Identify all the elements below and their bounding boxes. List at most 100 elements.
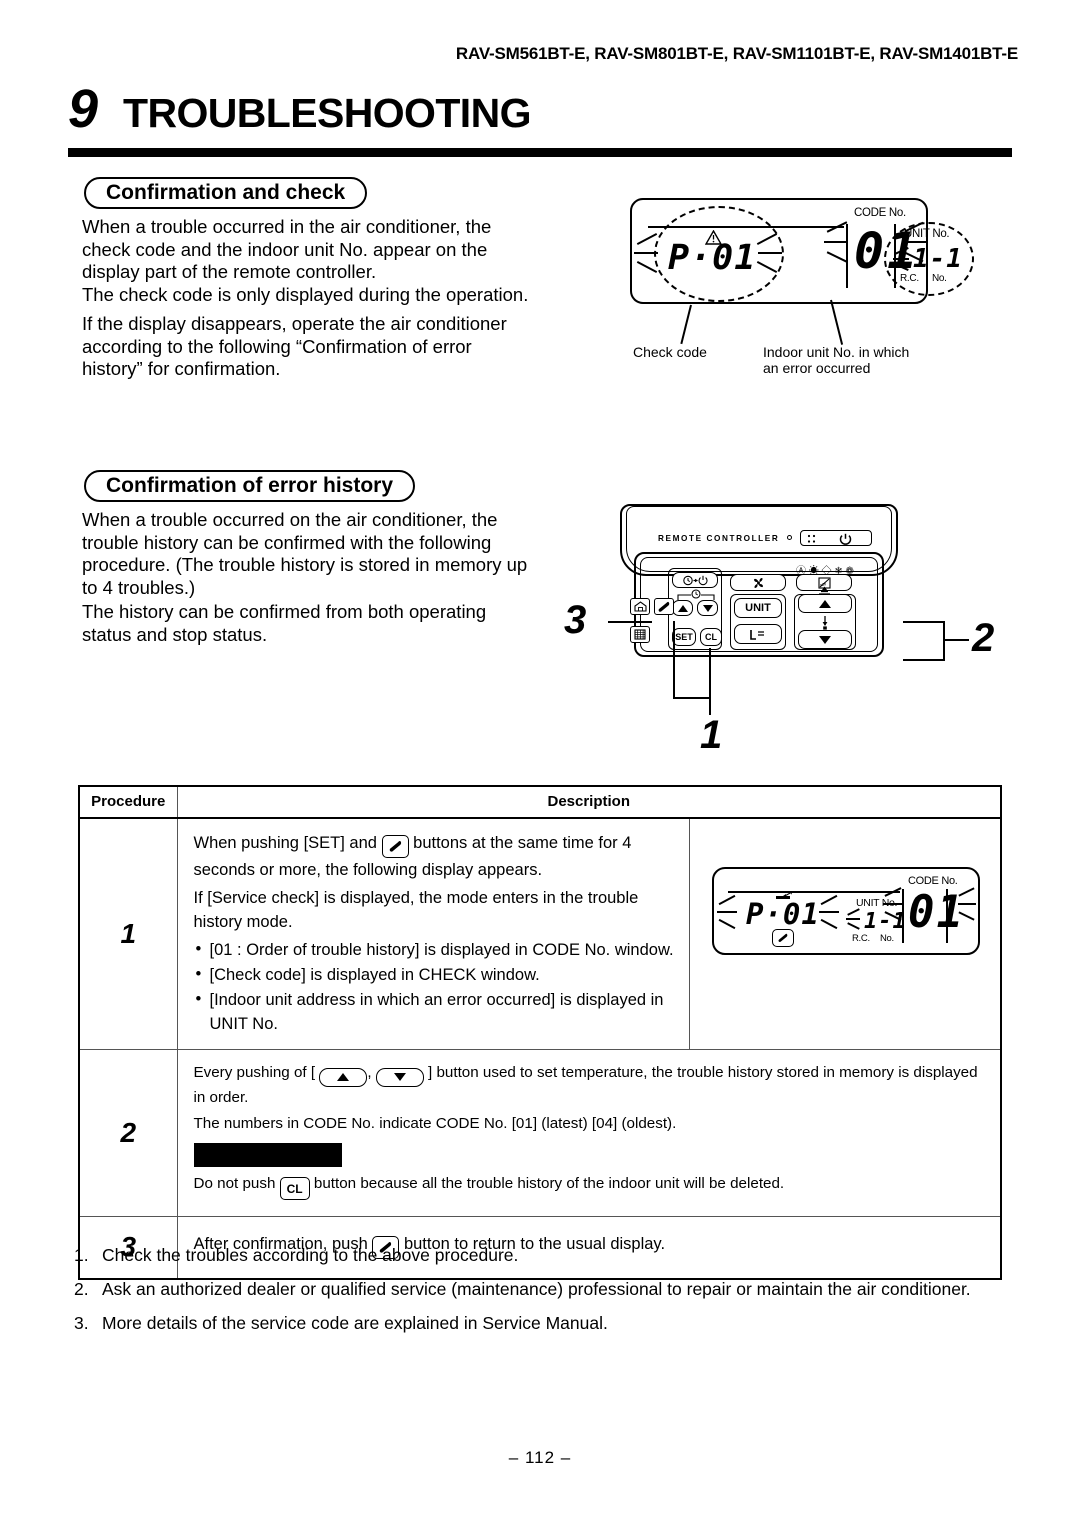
home-button[interactable] bbox=[630, 598, 650, 615]
grid-button[interactable] bbox=[630, 626, 650, 643]
chapter-number: 9 bbox=[68, 79, 98, 139]
wrench-icon bbox=[658, 601, 670, 612]
step-2-line-3-part-b: button because all the trouble history o… bbox=[313, 1174, 785, 1192]
timer-down-button[interactable] bbox=[697, 600, 718, 616]
set-button[interactable]: SET bbox=[672, 628, 696, 646]
footnote-2-index: 2. bbox=[74, 1279, 89, 1299]
arrow-up-icon bbox=[337, 1073, 350, 1081]
lcd-separator-1 bbox=[846, 224, 848, 288]
power-button[interactable] bbox=[800, 530, 872, 546]
step-2-line-1: Every pushing of [ , ] button used to se… bbox=[194, 1062, 987, 1109]
footnote-3-index: 3. bbox=[74, 1313, 89, 1333]
service-wrench-button[interactable] bbox=[654, 598, 674, 615]
vent-button[interactable] bbox=[734, 624, 782, 644]
table-row: 2 Every pushing of [ , ] button used to … bbox=[78, 1049, 1002, 1217]
lcd2-rc-label: R.C. bbox=[852, 933, 870, 944]
step-1-line-1: When pushing [SET] and buttons at the sa… bbox=[194, 831, 676, 882]
section2-paragraph-1: When a trouble occurred on the air condi… bbox=[82, 509, 528, 598]
section1-paragraph-3: If the display disappears, operate the a… bbox=[82, 313, 507, 380]
lcd-display-check-code: P·01 UNIT No. 1-1 R.C. No. CODE No. 01 bbox=[630, 198, 974, 304]
callout-bracket-1-bottom bbox=[673, 697, 711, 700]
section-heading-confirmation-of-error-history: Confirmation of error history bbox=[84, 470, 416, 502]
callout-leader-2-out bbox=[943, 639, 969, 642]
highlight-circle-check-code bbox=[654, 206, 784, 302]
header-rule bbox=[68, 148, 1012, 157]
step-1-text: When pushing [SET] and buttons at the sa… bbox=[178, 819, 690, 1049]
caption-indoor-unit-line2: an error occurred bbox=[763, 360, 871, 376]
table-header-description: Description bbox=[176, 785, 1002, 819]
callout-bracket-1-left bbox=[673, 621, 676, 699]
fan-icon bbox=[753, 577, 763, 588]
caption-indoor-unit-line1: Indoor unit No. in which bbox=[763, 344, 910, 360]
step-2-line-3-part-a: Do not push bbox=[193, 1174, 276, 1192]
step-1-line-1-part-a: When pushing [SET] and bbox=[193, 834, 377, 852]
procedure-table: Procedure Description 1 When pushing [SE… bbox=[78, 785, 1002, 1280]
step-2-line-1-comma: , bbox=[367, 1064, 372, 1081]
power-icon bbox=[839, 533, 852, 545]
callout-line-check-code bbox=[680, 304, 692, 345]
lcd2-code-no-label: CODE No. bbox=[908, 875, 958, 887]
timer-onoff-button[interactable] bbox=[672, 572, 718, 588]
callout-bracket-1-right bbox=[709, 648, 712, 699]
step-2-line-2: The numbers in CODE No. indicate CODE No… bbox=[193, 1114, 677, 1132]
lcd2-rc-no-label: No. bbox=[880, 933, 894, 944]
home-icon bbox=[633, 601, 647, 612]
arrow-up-icon bbox=[677, 604, 688, 612]
step-1-lcd-cell: P·01 UNIT No. 1-1 R.C. No. CODE No. 01 bbox=[690, 819, 1000, 1049]
arrow-up-icon bbox=[819, 599, 831, 608]
step-1-description-cell: When pushing [SET] and buttons at the sa… bbox=[176, 817, 1002, 1050]
callout-leader-2-top bbox=[903, 621, 945, 624]
chapter-heading: 9 TROUBLESHOOTING bbox=[68, 82, 531, 136]
callout-leader-3 bbox=[608, 621, 652, 624]
lcd2-code-no-value: 01 bbox=[908, 887, 965, 938]
highlight-circle-unit-no bbox=[884, 222, 974, 296]
arrow-down-icon bbox=[702, 604, 713, 612]
step-2-line-1-part-a: Every pushing of [ bbox=[193, 1064, 316, 1081]
caption-check-code: Check code bbox=[633, 344, 707, 360]
section2-paragraph-2: The history can be confirmed from both o… bbox=[82, 601, 487, 645]
footnote-3-text: More details of the service code are exp… bbox=[102, 1313, 608, 1333]
lcd-display-service-check: P·01 UNIT No. 1-1 R.C. No. CODE No. 01 bbox=[712, 867, 980, 955]
remote-controller-illustration: REMOTE CONTROLLER Ⓐ ☀ ◇ ❄ ❁ SET CL UNIT bbox=[612, 502, 908, 682]
step-1-bullet-3: [Indoor unit address in which an error o… bbox=[194, 987, 676, 1036]
page-number: – 112 – bbox=[508, 1448, 572, 1467]
step-number-2: 2 bbox=[78, 1049, 178, 1217]
step-1-bullet-2: [Check code] is displayed in CHECK windo… bbox=[194, 962, 676, 987]
dots-icon bbox=[807, 534, 816, 543]
temp-down-key-icon bbox=[375, 1067, 424, 1087]
callout-number-3: 3 bbox=[564, 598, 587, 642]
vent-icon bbox=[750, 629, 764, 640]
temp-up-button[interactable] bbox=[798, 594, 852, 613]
step-2-description-cell: Every pushing of [ , ] button used to se… bbox=[176, 1049, 1002, 1217]
table-row: 1 When pushing [SET] and buttons at the … bbox=[78, 817, 1002, 1050]
section1-paragraph-1: When a trouble occurred in the air condi… bbox=[82, 216, 492, 283]
timer-onoff-icon bbox=[683, 575, 708, 585]
step-2-line-3: Do not push CL button because all the tr… bbox=[193, 1173, 987, 1200]
footnote-2: 2. Ask an authorized dealer or qualified… bbox=[74, 1272, 1014, 1306]
fan-speed-button[interactable] bbox=[730, 574, 786, 591]
lcd2-topbar bbox=[728, 891, 900, 893]
footnotes-list: 1. Check the troubles according to the a… bbox=[74, 1238, 1014, 1340]
section1-paragraph-2: The check code is only displayed during … bbox=[82, 284, 529, 305]
temp-down-button[interactable] bbox=[798, 630, 852, 649]
unit-button[interactable]: UNIT bbox=[734, 598, 782, 618]
table-header-procedure: Procedure bbox=[78, 785, 178, 819]
step-1-bullet-1: [01 : Order of trouble history] is displ… bbox=[194, 937, 676, 962]
cl-button[interactable]: CL bbox=[700, 628, 722, 646]
timer-up-button[interactable] bbox=[672, 600, 693, 616]
arrow-down-icon bbox=[393, 1073, 406, 1081]
footnote-1: 1. Check the troubles according to the a… bbox=[74, 1238, 1014, 1272]
footnote-1-text: Check the troubles according to the abov… bbox=[102, 1245, 519, 1265]
lcd2-wrench-indicator-icon bbox=[772, 929, 794, 947]
lcd-code-no-label: CODE No. bbox=[854, 207, 906, 219]
remote-controller-title: REMOTE CONTROLLER bbox=[658, 534, 780, 543]
arrow-down-icon bbox=[819, 635, 831, 644]
cl-key-icon: CL bbox=[279, 1177, 310, 1200]
chapter-title: TROUBLESHOOTING bbox=[123, 90, 531, 136]
callout-line-unit-no bbox=[830, 299, 843, 345]
redacted-block bbox=[193, 1142, 342, 1167]
temp-up-key-icon bbox=[319, 1067, 368, 1087]
callout-leader-2-bottom bbox=[903, 659, 945, 662]
status-led-icon bbox=[787, 535, 792, 540]
wrench-key-icon bbox=[381, 835, 409, 858]
